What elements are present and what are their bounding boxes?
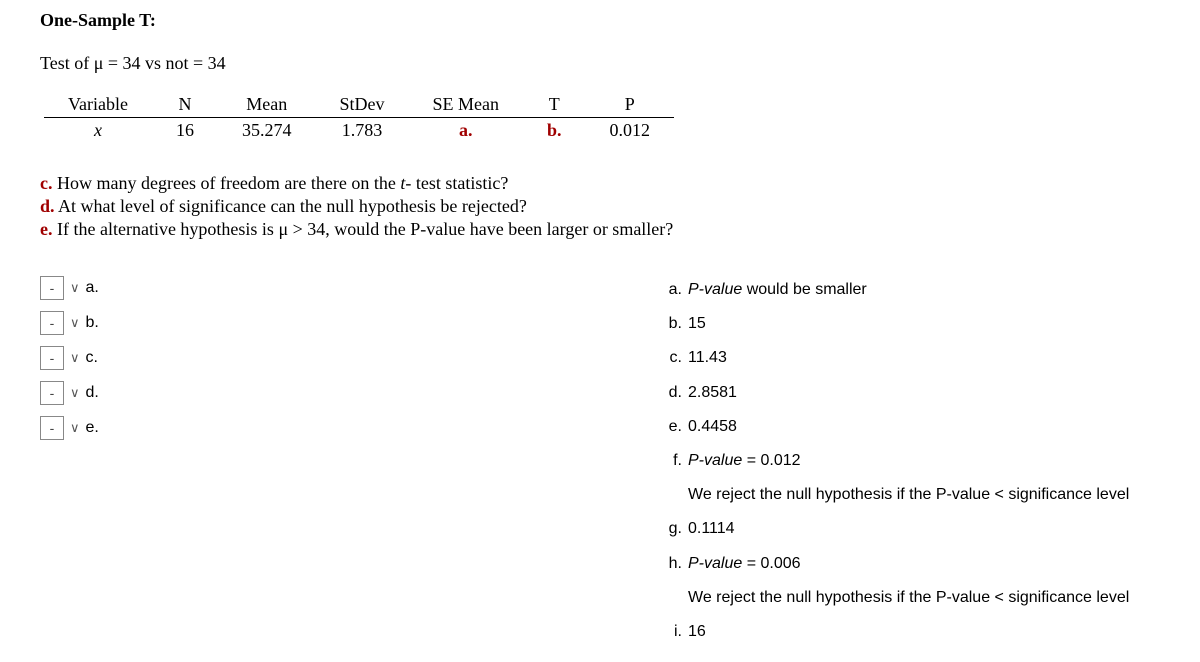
question-c: c. How many degrees of freedom are there… <box>40 173 1160 194</box>
answer-f-rest: = 0.012 <box>742 452 800 469</box>
answer-d-letter: d. <box>660 379 682 406</box>
chevron-down-icon: ∨ <box>70 280 80 296</box>
answer-f-italic: P-value <box>688 452 742 469</box>
page-title: One-Sample T: <box>40 10 1160 31</box>
answer-d-text: 2.8581 <box>688 379 737 406</box>
cell-p: 0.012 <box>585 118 674 144</box>
chevron-down-icon: ∨ <box>70 420 80 436</box>
select-c[interactable]: - <box>40 346 64 370</box>
answer-i-letter: i. <box>660 618 682 645</box>
table-header-row: Variable N Mean StDev SE Mean T P <box>44 92 674 118</box>
chevron-down-icon: ∨ <box>70 385 80 401</box>
header-n: N <box>152 92 218 118</box>
header-t: T <box>523 92 586 118</box>
match-label-e: e. <box>86 419 99 437</box>
question-c-text2: test statistic? <box>411 173 508 193</box>
question-c-prefix: c. <box>40 173 53 193</box>
question-e: e. If the alternative hypothesis is μ > … <box>40 219 1160 240</box>
question-c-text1: How many degrees of freedom are there on… <box>53 173 401 193</box>
header-semean: SE Mean <box>408 92 523 118</box>
stats-table: Variable N Mean StDev SE Mean T P x 16 3… <box>44 92 674 143</box>
answer-b-text: 15 <box>688 310 706 337</box>
question-d-text: At what level of significance can the nu… <box>55 196 527 216</box>
chevron-down-icon: ∨ <box>70 350 80 366</box>
answer-b: b. 15 <box>660 310 1129 337</box>
answer-h-sub: We reject the null hypothesis if the P-v… <box>688 584 1129 611</box>
answer-g-text: 0.1114 <box>688 515 735 542</box>
answer-i: i. 16 <box>660 618 1129 645</box>
answer-a: a. P-value would be smaller <box>660 276 1129 303</box>
header-stdev: StDev <box>315 92 408 118</box>
answer-g: g. 0.1114 <box>660 515 1129 542</box>
question-d-prefix: d. <box>40 196 55 216</box>
header-variable: Variable <box>44 92 152 118</box>
question-e-text: If the alternative hypothesis is μ > 34,… <box>53 219 674 239</box>
question-c-t: t- <box>400 173 411 193</box>
answer-g-letter: g. <box>660 515 682 542</box>
answer-a-italic: P-value <box>688 281 742 298</box>
match-label-c: c. <box>86 349 98 367</box>
match-row-b: - ∨ b. <box>40 311 660 335</box>
cell-semean-blank: a. <box>408 118 523 144</box>
match-row-e: - ∨ e. <box>40 416 660 440</box>
matching-dropdowns: - ∨ a. - ∨ b. - ∨ c. - ∨ d. - ∨ e. <box>40 276 660 652</box>
answer-e-letter: e. <box>660 413 682 440</box>
cell-n: 16 <box>152 118 218 144</box>
answer-c-text: 11.43 <box>688 344 727 371</box>
answer-f-letter: f. <box>660 447 682 474</box>
chevron-down-icon: ∨ <box>70 315 80 331</box>
select-d[interactable]: - <box>40 381 64 405</box>
answer-h-letter: h. <box>660 550 682 577</box>
cell-variable: x <box>44 118 152 144</box>
answer-e: e. 0.4458 <box>660 413 1129 440</box>
hypothesis-line: Test of μ = 34 vs not = 34 <box>40 53 1160 74</box>
answer-h-rest: = 0.006 <box>742 555 800 572</box>
answer-b-letter: b. <box>660 310 682 337</box>
answer-a-letter: a. <box>660 276 682 303</box>
answer-f: f. P-value = 0.012 <box>660 447 1129 474</box>
select-a[interactable]: - <box>40 276 64 300</box>
answer-h: h. P-value = 0.006 <box>660 550 1129 577</box>
select-b[interactable]: - <box>40 311 64 335</box>
match-label-a: a. <box>86 279 99 297</box>
cell-stdev: 1.783 <box>315 118 408 144</box>
header-mean: Mean <box>218 92 316 118</box>
answer-f-sub: We reject the null hypothesis if the P-v… <box>688 481 1129 508</box>
cell-mean: 35.274 <box>218 118 316 144</box>
match-row-c: - ∨ c. <box>40 346 660 370</box>
match-label-d: d. <box>86 384 99 402</box>
answer-h-italic: P-value <box>688 555 742 572</box>
question-e-prefix: e. <box>40 219 53 239</box>
table-data-row: x 16 35.274 1.783 a. b. 0.012 <box>44 118 674 144</box>
match-row-a: - ∨ a. <box>40 276 660 300</box>
select-e[interactable]: - <box>40 416 64 440</box>
answer-i-text: 16 <box>688 618 706 645</box>
header-p: P <box>585 92 674 118</box>
match-label-b: b. <box>86 314 99 332</box>
match-row-d: - ∨ d. <box>40 381 660 405</box>
answer-d: d. 2.8581 <box>660 379 1129 406</box>
answer-e-text: 0.4458 <box>688 413 737 440</box>
answer-c-letter: c. <box>660 344 682 371</box>
answer-c: c. 11.43 <box>660 344 1129 371</box>
cell-t-blank: b. <box>523 118 586 144</box>
question-d: d. At what level of significance can the… <box>40 196 1160 217</box>
answer-a-rest: would be smaller <box>742 281 867 298</box>
answer-choices: a. P-value would be smaller b. 15 c. 11.… <box>660 276 1129 652</box>
